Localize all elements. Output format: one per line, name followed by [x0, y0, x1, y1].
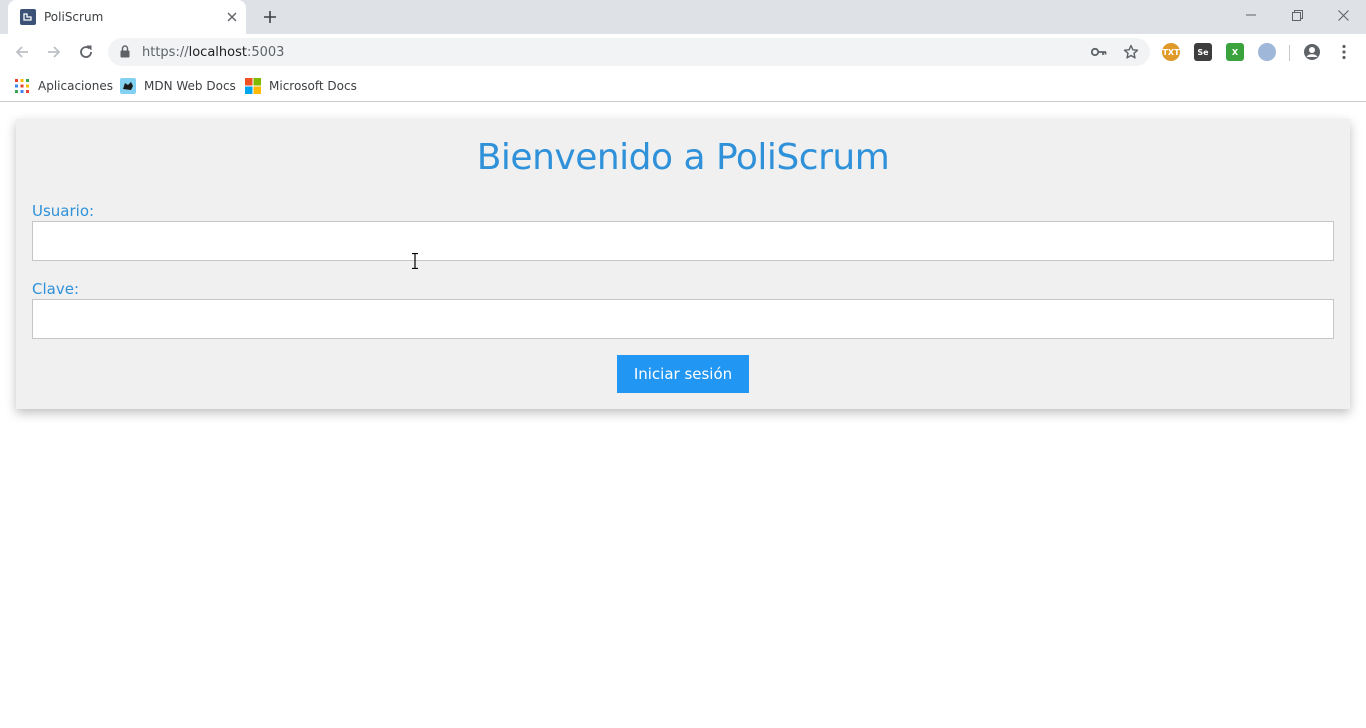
profile-avatar-icon[interactable] [1300, 40, 1324, 64]
blue-orb-extension-icon[interactable] [1258, 43, 1276, 61]
url-scheme: https:// [142, 45, 189, 60]
extension-text-icon[interactable]: TXT [1162, 43, 1180, 61]
username-label: Usuario: [32, 202, 95, 220]
bookmark-mdn-web-docs[interactable]: MDN Web Docs [120, 76, 236, 96]
minimize-icon[interactable] [1228, 0, 1274, 30]
poliscrum-favicon-icon [20, 9, 36, 25]
lock-icon[interactable] [120, 45, 130, 63]
bookmarks-bar: Aplicaciones MDN Web Docs Microsoft Docs [0, 70, 1366, 102]
forward-arrow-icon[interactable] [42, 40, 66, 64]
toolbar-divider [1289, 45, 1290, 61]
address-bar[interactable]: https://localhost:5003 [108, 38, 1150, 66]
excel-extension-icon[interactable]: X [1226, 43, 1244, 61]
reload-icon[interactable] [74, 40, 98, 64]
username-input[interactable] [32, 221, 1334, 261]
new-tab-icon[interactable] [260, 7, 280, 27]
login-card: Bienvenido a PoliScrum Usuario: Clave: I… [16, 119, 1350, 409]
bookmark-label: Aplicaciones [38, 79, 113, 93]
url-port: :5003 [246, 45, 285, 60]
bookmark-aplicaciones[interactable]: Aplicaciones [14, 76, 113, 96]
active-tab[interactable]: PoliScrum [8, 0, 246, 34]
star-bookmark-icon[interactable] [1122, 43, 1140, 61]
url-host: localhost [188, 45, 247, 60]
tab-strip: PoliScrum [0, 0, 1366, 34]
microsoft-icon [245, 78, 261, 94]
password-input[interactable] [32, 299, 1334, 339]
bookmark-label: MDN Web Docs [144, 79, 236, 93]
text-cursor-icon [412, 253, 418, 269]
bookmark-microsoft-docs[interactable]: Microsoft Docs [245, 76, 357, 96]
browser-toolbar: https://localhost:5003 TXT Se X [0, 34, 1366, 70]
tab-title: PoliScrum [44, 10, 104, 24]
login-submit-button[interactable]: Iniciar sesión [617, 355, 749, 393]
close-window-icon[interactable] [1320, 0, 1366, 30]
mdn-icon [120, 78, 136, 94]
key-icon[interactable] [1090, 43, 1108, 61]
kebab-menu-icon[interactable] [1332, 40, 1356, 64]
password-label: Clave: [32, 280, 79, 298]
bookmark-label: Microsoft Docs [269, 79, 357, 93]
page-title: Bienvenido a PoliScrum [476, 137, 890, 178]
close-tab-icon[interactable] [224, 9, 240, 25]
apps-grid-icon [15, 79, 29, 93]
back-arrow-icon[interactable] [10, 40, 34, 64]
url-text: https://localhost:5003 [142, 45, 284, 60]
restore-icon[interactable] [1274, 0, 1320, 30]
selenium-ide-icon[interactable]: Se [1194, 43, 1212, 61]
